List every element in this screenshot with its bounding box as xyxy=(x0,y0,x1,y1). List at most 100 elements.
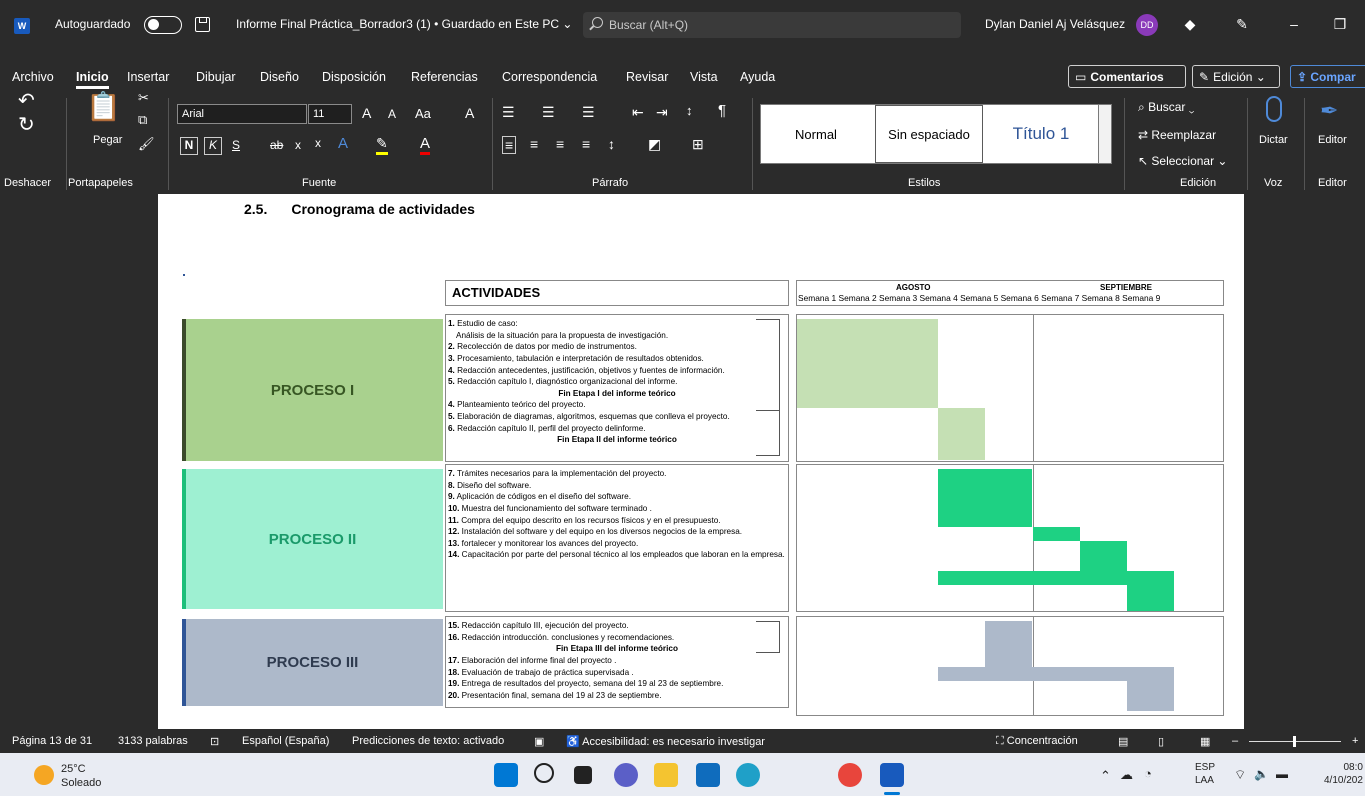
tab-disposicion[interactable]: Disposición xyxy=(322,70,386,84)
style-normal[interactable]: Normal xyxy=(761,105,871,163)
autosave-toggle[interactable] xyxy=(144,16,182,34)
paste-icon[interactable]: 📋 xyxy=(86,90,121,123)
paste-label[interactable]: Pegar xyxy=(93,134,122,146)
editing-mode-button[interactable]: ✎ Edición ⌄ xyxy=(1192,65,1280,88)
cloud-icon[interactable]: ☁ xyxy=(1120,767,1133,784)
multilevel-list-icon[interactable]: ☰ xyxy=(582,104,595,121)
grow-font-button[interactable]: A xyxy=(362,105,371,121)
format-painter-icon[interactable]: 🖌 xyxy=(138,136,155,152)
zoom-slider-handle[interactable] xyxy=(1293,736,1296,747)
page-count[interactable]: Página 13 de 31 xyxy=(12,735,92,747)
undo-icon[interactable]: ↶ xyxy=(18,88,35,113)
redo-icon[interactable]: ↻ xyxy=(18,112,35,137)
save-icon[interactable] xyxy=(195,17,210,32)
search-icon[interactable] xyxy=(534,763,554,783)
font-size-dropdown[interactable]: 11 xyxy=(308,104,352,124)
pilcrow-icon[interactable]: ¶ xyxy=(718,102,726,119)
focus-mode[interactable]: ⛶ Concentración xyxy=(996,735,1078,748)
mail-icon[interactable] xyxy=(696,763,720,787)
pen-icon[interactable]: ✎ xyxy=(1232,14,1252,34)
underline-button[interactable]: S xyxy=(232,138,240,152)
clear-formatting-button[interactable]: A xyxy=(465,105,474,121)
subscript-button[interactable]: x xyxy=(295,138,301,152)
tab-revisar[interactable]: Revisar xyxy=(626,70,668,84)
read-mode-icon[interactable]: ▤ xyxy=(1118,735,1128,748)
microphone-icon[interactable] xyxy=(1266,96,1282,122)
bullets-icon[interactable]: ☰ xyxy=(502,104,515,121)
superscript-button[interactable]: x xyxy=(315,136,321,150)
user-name[interactable]: Dylan Daniel Aj Velásquez xyxy=(985,17,1125,31)
file-explorer-icon[interactable] xyxy=(654,763,678,787)
web-layout-icon[interactable]: ▦ xyxy=(1200,735,1210,748)
highlight-icon[interactable]: ✎ xyxy=(376,135,388,155)
chat-icon[interactable] xyxy=(614,763,638,787)
styles-scroll[interactable] xyxy=(1098,105,1111,163)
tab-diseno[interactable]: Diseño xyxy=(260,70,299,84)
proofing-icon[interactable]: ⊡ xyxy=(210,735,219,748)
style-no-spacing[interactable]: Sin espaciado xyxy=(875,105,983,163)
input-language[interactable]: ESP LAA xyxy=(1195,761,1215,787)
sort-icon[interactable]: ↕ xyxy=(686,103,693,118)
dictate-button[interactable]: Dictar xyxy=(1259,134,1288,146)
task-view-icon[interactable] xyxy=(574,766,592,784)
document-title[interactable]: Informe Final Práctica_Borrador3 (1) • G… xyxy=(236,17,572,31)
tab-vista[interactable]: Vista xyxy=(690,70,718,84)
comments-button[interactable]: ▭ Comentarios xyxy=(1068,65,1186,88)
borders-icon[interactable]: ⊞ xyxy=(692,136,704,153)
replace-button[interactable]: ⇄ Reemplazar xyxy=(1138,128,1216,142)
select-button[interactable]: ↖ Seleccionar ⌄ xyxy=(1138,154,1227,168)
tab-correspondencia[interactable]: Correspondencia xyxy=(502,70,597,84)
avatar[interactable]: DD xyxy=(1136,14,1158,36)
zoom-in-button[interactable]: + xyxy=(1352,735,1358,747)
sun-icon[interactable] xyxy=(34,765,54,785)
diamond-icon[interactable]: ◆ xyxy=(1180,14,1200,34)
language-status[interactable]: Español (España) xyxy=(242,735,329,747)
font-name-dropdown[interactable]: Arial xyxy=(177,104,307,124)
restore-icon[interactable]: ❐ xyxy=(1330,14,1350,34)
text-predictions-status[interactable]: Predicciones de texto: activado xyxy=(352,735,504,747)
accessibility-status[interactable]: ♿ Accesibilidad: es necesario investigar xyxy=(566,735,765,748)
justify-icon[interactable]: ≡ xyxy=(582,136,590,152)
align-center-icon[interactable]: ≡ xyxy=(530,136,538,152)
editor-pen-icon[interactable]: ✒ xyxy=(1320,98,1346,124)
document-page[interactable]: 2.5. Cronograma de actividades ACTIVIDADE… xyxy=(158,194,1244,729)
font-color-icon[interactable]: A xyxy=(420,135,431,155)
editor-button[interactable]: Editor xyxy=(1318,134,1347,146)
decrease-indent-icon[interactable]: ⇤ xyxy=(632,104,644,121)
network-icon[interactable]: ◔ xyxy=(1144,766,1152,783)
search-input[interactable]: Buscar (Alt+Q) xyxy=(583,12,961,38)
find-button[interactable]: ⌕ Buscar ⌄ xyxy=(1138,100,1194,115)
cut-icon[interactable]: ✂ xyxy=(138,90,149,106)
numbering-icon[interactable]: ☰ xyxy=(542,104,555,121)
align-left-icon[interactable]: ≡ xyxy=(502,136,517,154)
print-layout-icon[interactable]: ▯ xyxy=(1158,735,1164,748)
clock[interactable]: 08:0 4/10/202 xyxy=(1324,761,1363,787)
change-case-button[interactable]: Aa xyxy=(415,106,431,121)
increase-indent-icon[interactable]: ⇥ xyxy=(656,104,668,121)
tab-archivo[interactable]: Archivo xyxy=(12,70,54,84)
chevron-up-icon[interactable]: ⌃ xyxy=(1100,768,1111,785)
tab-dibujar[interactable]: Dibujar xyxy=(196,70,236,84)
italic-button[interactable]: K xyxy=(204,137,222,155)
battery-icon[interactable]: ▬ xyxy=(1276,767,1288,783)
shading-icon[interactable]: ◩ xyxy=(648,136,661,153)
minimize-icon[interactable]: – xyxy=(1284,14,1304,34)
weather-widget[interactable]: 25°C Soleado xyxy=(61,762,101,791)
style-heading-1[interactable]: Título 1 xyxy=(983,105,1099,163)
tab-ayuda[interactable]: Ayuda xyxy=(740,70,775,84)
windows-start-icon[interactable] xyxy=(494,763,518,787)
zoom-out-button[interactable]: – xyxy=(1232,735,1238,747)
copy-icon[interactable]: ⧉ xyxy=(138,112,147,128)
line-spacing-icon[interactable]: ↕ xyxy=(608,136,615,152)
volume-icon[interactable]: 🔈 xyxy=(1254,767,1269,783)
edge-icon[interactable] xyxy=(736,763,760,787)
share-button[interactable]: ⇪ Compar xyxy=(1290,65,1365,88)
text-effects-icon[interactable]: A xyxy=(338,135,348,152)
word-icon[interactable] xyxy=(880,763,904,787)
chrome-icon[interactable] xyxy=(838,763,862,787)
predictions-icon[interactable]: ▣ xyxy=(534,735,544,748)
shrink-font-button[interactable]: A xyxy=(388,107,396,121)
tab-referencias[interactable]: Referencias xyxy=(411,70,478,84)
align-right-icon[interactable]: ≡ xyxy=(556,136,564,152)
wifi-icon[interactable]: ⌔ xyxy=(1234,767,1246,784)
